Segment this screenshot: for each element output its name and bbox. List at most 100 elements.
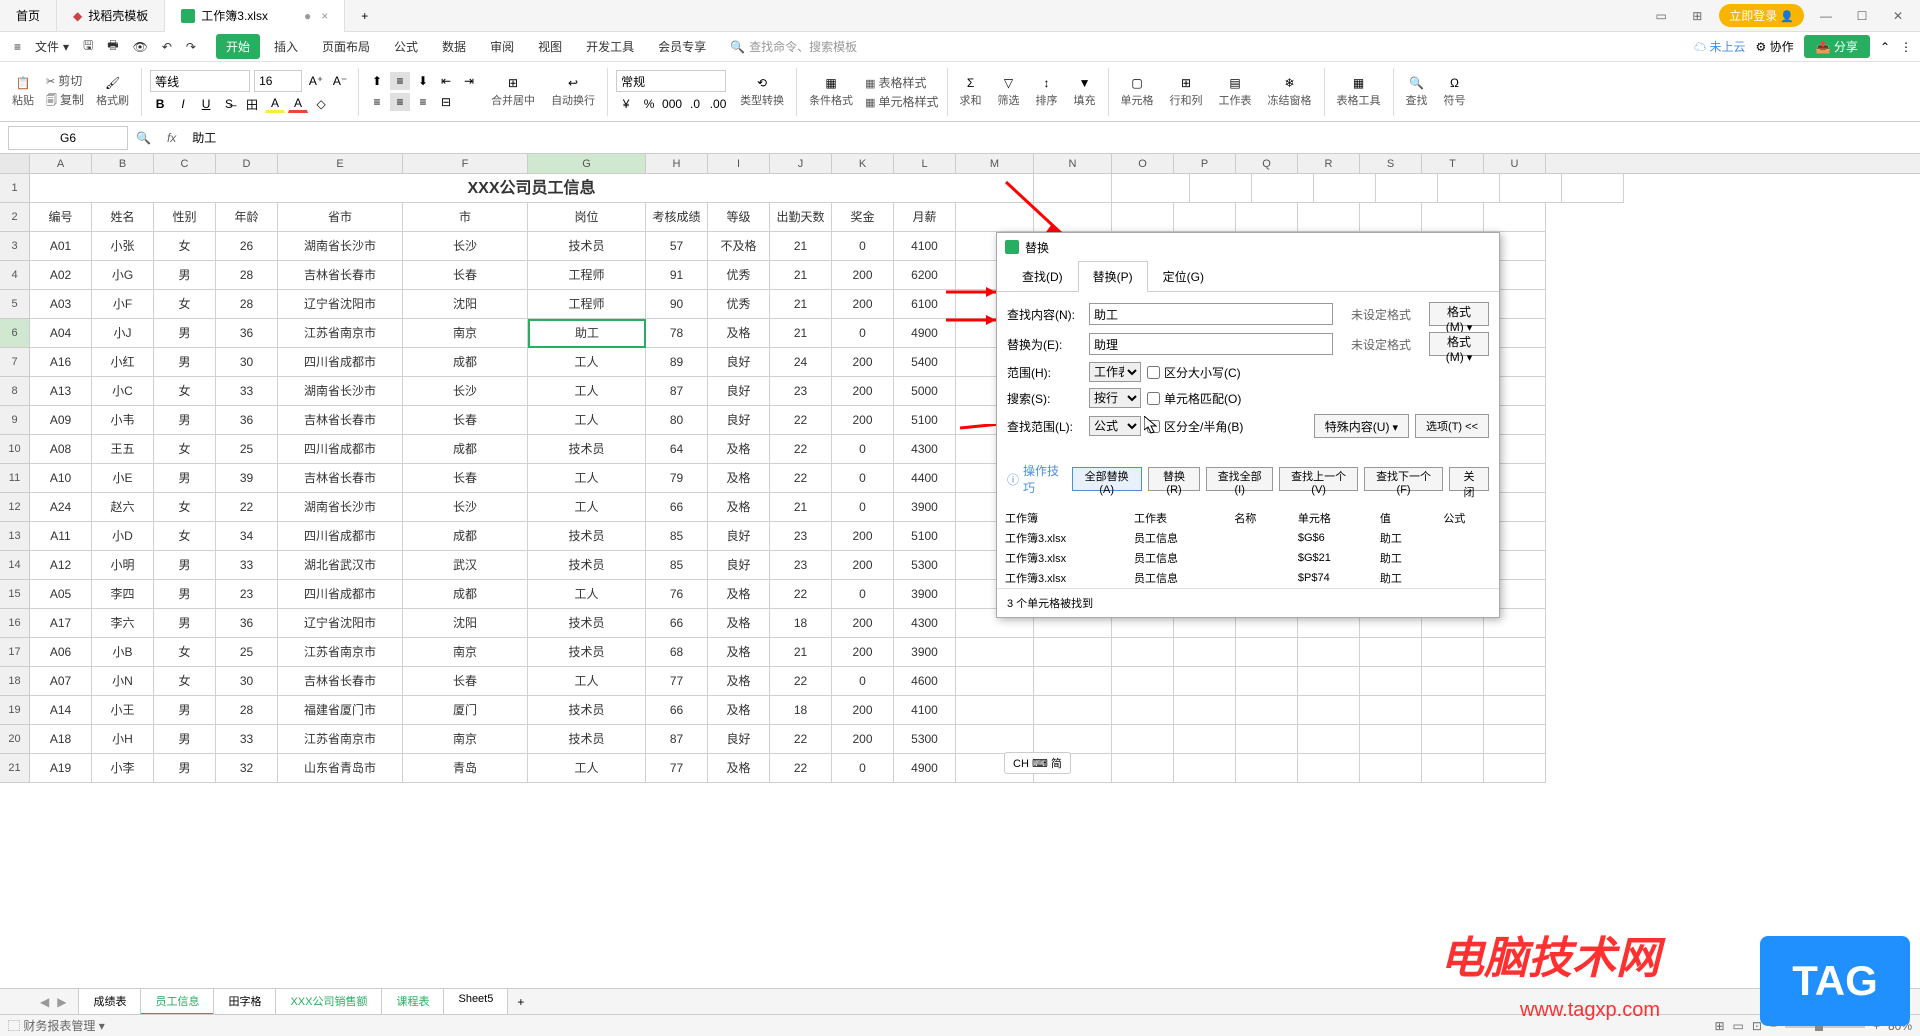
cell[interactable]: 男 [154,754,216,783]
cell[interactable]: 沈阳 [403,609,528,638]
header-cell[interactable]: 省市 [278,203,403,232]
row-header-1[interactable]: 1 [0,174,30,203]
cell[interactable] [1484,696,1546,725]
cell[interactable]: 22 [770,464,832,493]
whole-checkbox[interactable]: 单元格匹配(O) [1147,390,1241,407]
cell[interactable]: 男 [154,609,216,638]
cell[interactable] [1360,754,1422,783]
percent-icon[interactable]: % [639,95,659,113]
cell[interactable]: 200 [832,522,894,551]
row-header-19[interactable]: 19 [0,696,30,725]
cell[interactable] [1112,638,1174,667]
cell[interactable] [956,725,1034,754]
cell[interactable]: 女 [154,290,216,319]
cell[interactable] [1112,667,1174,696]
cell[interactable]: 28 [216,696,278,725]
cell[interactable]: A17 [30,609,92,638]
row-header-12[interactable]: 12 [0,493,30,522]
cell[interactable]: 优秀 [708,261,770,290]
cell[interactable]: 技术员 [528,609,646,638]
case-checkbox[interactable]: 区分大小写(C) [1147,364,1241,381]
align-left-icon[interactable]: ≡ [367,93,387,111]
cell[interactable] [1422,203,1484,232]
cell[interactable]: 江苏省南京市 [278,725,403,754]
cell[interactable] [1190,174,1252,203]
cell[interactable]: 男 [154,261,216,290]
cell[interactable]: 良好 [708,725,770,754]
cell[interactable]: 200 [832,406,894,435]
cell[interactable]: 南京 [403,319,528,348]
worksheet-button[interactable]: ▤工作表 [1215,76,1256,108]
cell[interactable] [1298,203,1360,232]
cell[interactable]: 200 [832,609,894,638]
cell[interactable] [1562,174,1624,203]
col-header-D[interactable]: D [216,154,278,173]
cell[interactable]: 男 [154,580,216,609]
row-header-11[interactable]: 11 [0,464,30,493]
cell[interactable]: 辽宁省沈阳市 [278,609,403,638]
cell[interactable]: 南京 [403,638,528,667]
cell[interactable] [956,638,1034,667]
row-header-6[interactable]: 6 [0,319,30,348]
cell[interactable]: 4400 [894,464,956,493]
result-row[interactable]: 工作簿3.xlsx员工信息$G$6助工 [997,528,1499,548]
col-header-I[interactable]: I [708,154,770,173]
cell[interactable]: 3900 [894,580,956,609]
underline-button[interactable]: U [196,95,216,113]
cell[interactable]: 及格 [708,435,770,464]
select-all-corner[interactable] [0,154,30,173]
close-icon[interactable]: × [321,9,328,23]
cell[interactable]: 5100 [894,406,956,435]
cell[interactable]: 5000 [894,377,956,406]
cell[interactable]: A07 [30,667,92,696]
align-middle-icon[interactable]: ≡ [390,72,410,90]
row-header-17[interactable]: 17 [0,638,30,667]
comma-icon[interactable]: 000 [662,95,682,113]
maximize-button[interactable]: ☐ [1848,2,1876,30]
cell[interactable]: 长沙 [403,232,528,261]
cell[interactable] [1360,667,1422,696]
cell[interactable]: A24 [30,493,92,522]
cell[interactable]: 200 [832,638,894,667]
cell[interactable]: 28 [216,290,278,319]
row-header-10[interactable]: 10 [0,435,30,464]
cell[interactable]: 成都 [403,348,528,377]
cell[interactable]: 技术员 [528,725,646,754]
lookin-select[interactable]: 公式 [1089,416,1141,436]
cell[interactable]: 女 [154,667,216,696]
tips-link[interactable]: ⓘ 操作技巧 [1007,462,1060,496]
align-top-icon[interactable]: ⬆ [367,72,387,90]
cell[interactable]: 女 [154,377,216,406]
cell[interactable]: 76 [646,580,708,609]
cell[interactable]: 成都 [403,580,528,609]
rows-cols-button[interactable]: ⊞行和列 [1166,76,1207,108]
row-header-4[interactable]: 4 [0,261,30,290]
align-center-icon[interactable]: ≡ [390,93,410,111]
cell[interactable] [1360,696,1422,725]
menu-icon[interactable]: ≡ [8,37,27,57]
cell[interactable]: 湖南省长沙市 [278,377,403,406]
cell[interactable]: 57 [646,232,708,261]
undo-icon[interactable]: ↶ [156,37,178,57]
cell[interactable]: 及格 [708,493,770,522]
cell[interactable]: 男 [154,348,216,377]
cell[interactable] [1112,696,1174,725]
row-header-14[interactable]: 14 [0,551,30,580]
col-header-L[interactable]: L [894,154,956,173]
dialog-tab-goto[interactable]: 定位(G) [1148,261,1219,292]
cell[interactable]: 江苏省南京市 [278,638,403,667]
sum-button[interactable]: Σ求和 [956,76,986,108]
cell[interactable] [1438,174,1500,203]
cell[interactable]: 及格 [708,580,770,609]
cell[interactable]: 不及格 [708,232,770,261]
cell[interactable]: 200 [832,377,894,406]
cell[interactable]: A05 [30,580,92,609]
distribute-icon[interactable]: ⊟ [436,93,456,111]
cell[interactable] [1298,725,1360,754]
cell[interactable]: 赵六 [92,493,154,522]
cell[interactable]: 4900 [894,319,956,348]
cell[interactable] [1034,638,1112,667]
cell[interactable]: 小E [92,464,154,493]
file-menu[interactable]: 文件 ▾ [29,35,75,58]
cell[interactable]: A13 [30,377,92,406]
